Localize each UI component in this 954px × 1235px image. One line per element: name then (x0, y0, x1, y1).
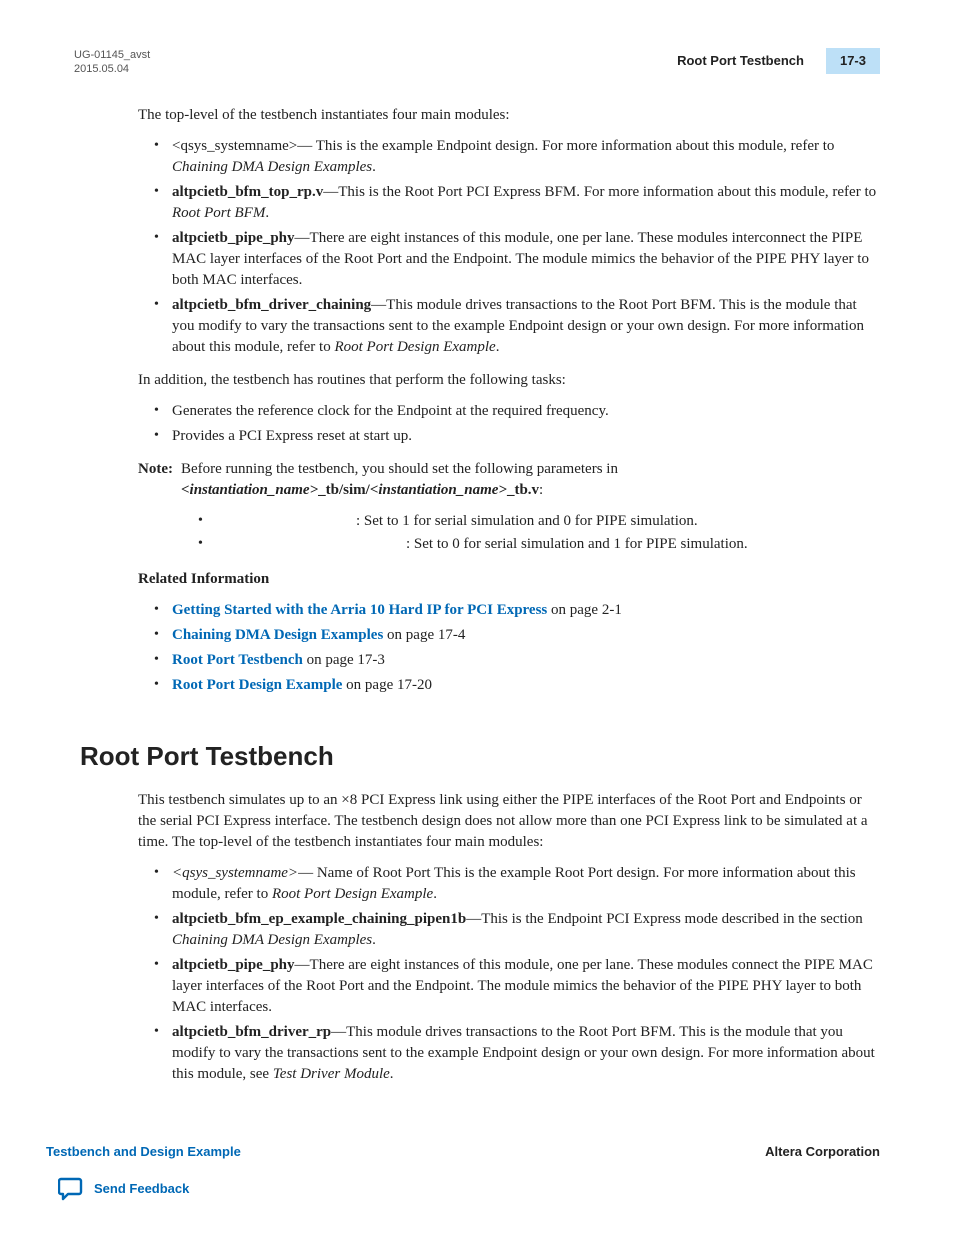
list-item: Getting Started with the Arria 10 Hard I… (158, 600, 880, 621)
header-section-title: Root Port Testbench (677, 52, 804, 70)
footer-corporation: Altera Corporation (765, 1143, 880, 1161)
modules-list-2: <qsys_systemname>— Name of Root Port Thi… (138, 863, 880, 1085)
list-item: <qsys_systemname>— This is the example E… (158, 136, 880, 178)
list-item: : Set to 1 for serial simulation and 0 f… (202, 511, 880, 532)
list-item: altpcietb_bfm_driver_chaining—This modul… (158, 295, 880, 358)
module-term: altpcietb_bfm_driver_rp (172, 1024, 331, 1040)
addition-paragraph: In addition, the testbench has routines … (138, 370, 880, 391)
related-link[interactable]: Chaining DMA Design Examples (172, 627, 383, 643)
doc-date: 2015.05.04 (74, 62, 150, 76)
speech-bubble-icon (58, 1177, 84, 1201)
module-term: altpcietb_pipe_phy (172, 957, 295, 973)
related-link[interactable]: Getting Started with the Arria 10 Hard I… (172, 602, 547, 618)
note-block: Note: Before running the testbench, you … (138, 459, 880, 501)
module-term: altpcietb_bfm_driver_chaining (172, 297, 371, 313)
list-item: altpcietb_bfm_driver_rp—This module driv… (158, 1022, 880, 1085)
page-header: UG-01145_avst 2015.05.04 Root Port Testb… (74, 48, 880, 77)
params-list: : Set to 1 for serial simulation and 0 f… (138, 511, 880, 555)
module-term: altpcietb_bfm_top_rp.v (172, 184, 323, 200)
related-link[interactable]: Root Port Design Example (172, 677, 342, 693)
page-footer: Testbench and Design Example Altera Corp… (46, 1143, 880, 1161)
module-term: altpcietb_bfm_ep_example_chaining_pipen1… (172, 911, 466, 927)
related-info-list: Getting Started with the Arria 10 Hard I… (138, 600, 880, 696)
intro-paragraph: The top-level of the testbench instantia… (138, 105, 880, 126)
list-item: Chaining DMA Design Examples on page 17-… (158, 625, 880, 646)
send-feedback-label: Send Feedback (94, 1180, 189, 1198)
related-info-heading: Related Information (138, 569, 880, 590)
list-item: <qsys_systemname>— Name of Root Port Thi… (158, 863, 880, 905)
module-term: altpcietb_pipe_phy (172, 230, 295, 246)
footer-left-link[interactable]: Testbench and Design Example (46, 1143, 241, 1161)
list-item: altpcietb_pipe_phy—There are eight insta… (158, 228, 880, 291)
doc-id-block: UG-01145_avst 2015.05.04 (74, 48, 150, 77)
main-content: The top-level of the testbench instantia… (74, 105, 880, 696)
modules-list-1: <qsys_systemname>— This is the example E… (138, 136, 880, 358)
header-page-number: 17-3 (826, 48, 880, 74)
note-label: Note: (138, 459, 173, 501)
list-item: altpcietb_bfm_top_rp.v—This is the Root … (158, 182, 880, 224)
note-body: Before running the testbench, you should… (181, 459, 880, 501)
section2-paragraph: This testbench simulates up to an ×8 PCI… (138, 790, 880, 853)
list-item: : Set to 0 for serial simulation and 1 f… (202, 534, 880, 555)
list-item: Generates the reference clock for the En… (158, 401, 880, 422)
list-item: Root Port Testbench on page 17-3 (158, 650, 880, 671)
module-term: <qsys_systemname> (172, 865, 298, 881)
list-item: altpcietb_bfm_ep_example_chaining_pipen1… (158, 909, 880, 951)
section-heading: Root Port Testbench (80, 738, 880, 774)
list-item: Provides a PCI Express reset at start up… (158, 426, 880, 447)
list-item: altpcietb_pipe_phy—There are eight insta… (158, 955, 880, 1018)
section2-content: This testbench simulates up to an ×8 PCI… (74, 790, 880, 1085)
header-right: Root Port Testbench 17-3 (677, 48, 880, 74)
send-feedback-button[interactable]: Send Feedback (58, 1177, 189, 1201)
list-item: Root Port Design Example on page 17-20 (158, 675, 880, 696)
related-link[interactable]: Root Port Testbench (172, 652, 303, 668)
module-term: <qsys_systemname> (172, 138, 297, 154)
tasks-list: Generates the reference clock for the En… (138, 401, 880, 447)
doc-id: UG-01145_avst (74, 48, 150, 62)
